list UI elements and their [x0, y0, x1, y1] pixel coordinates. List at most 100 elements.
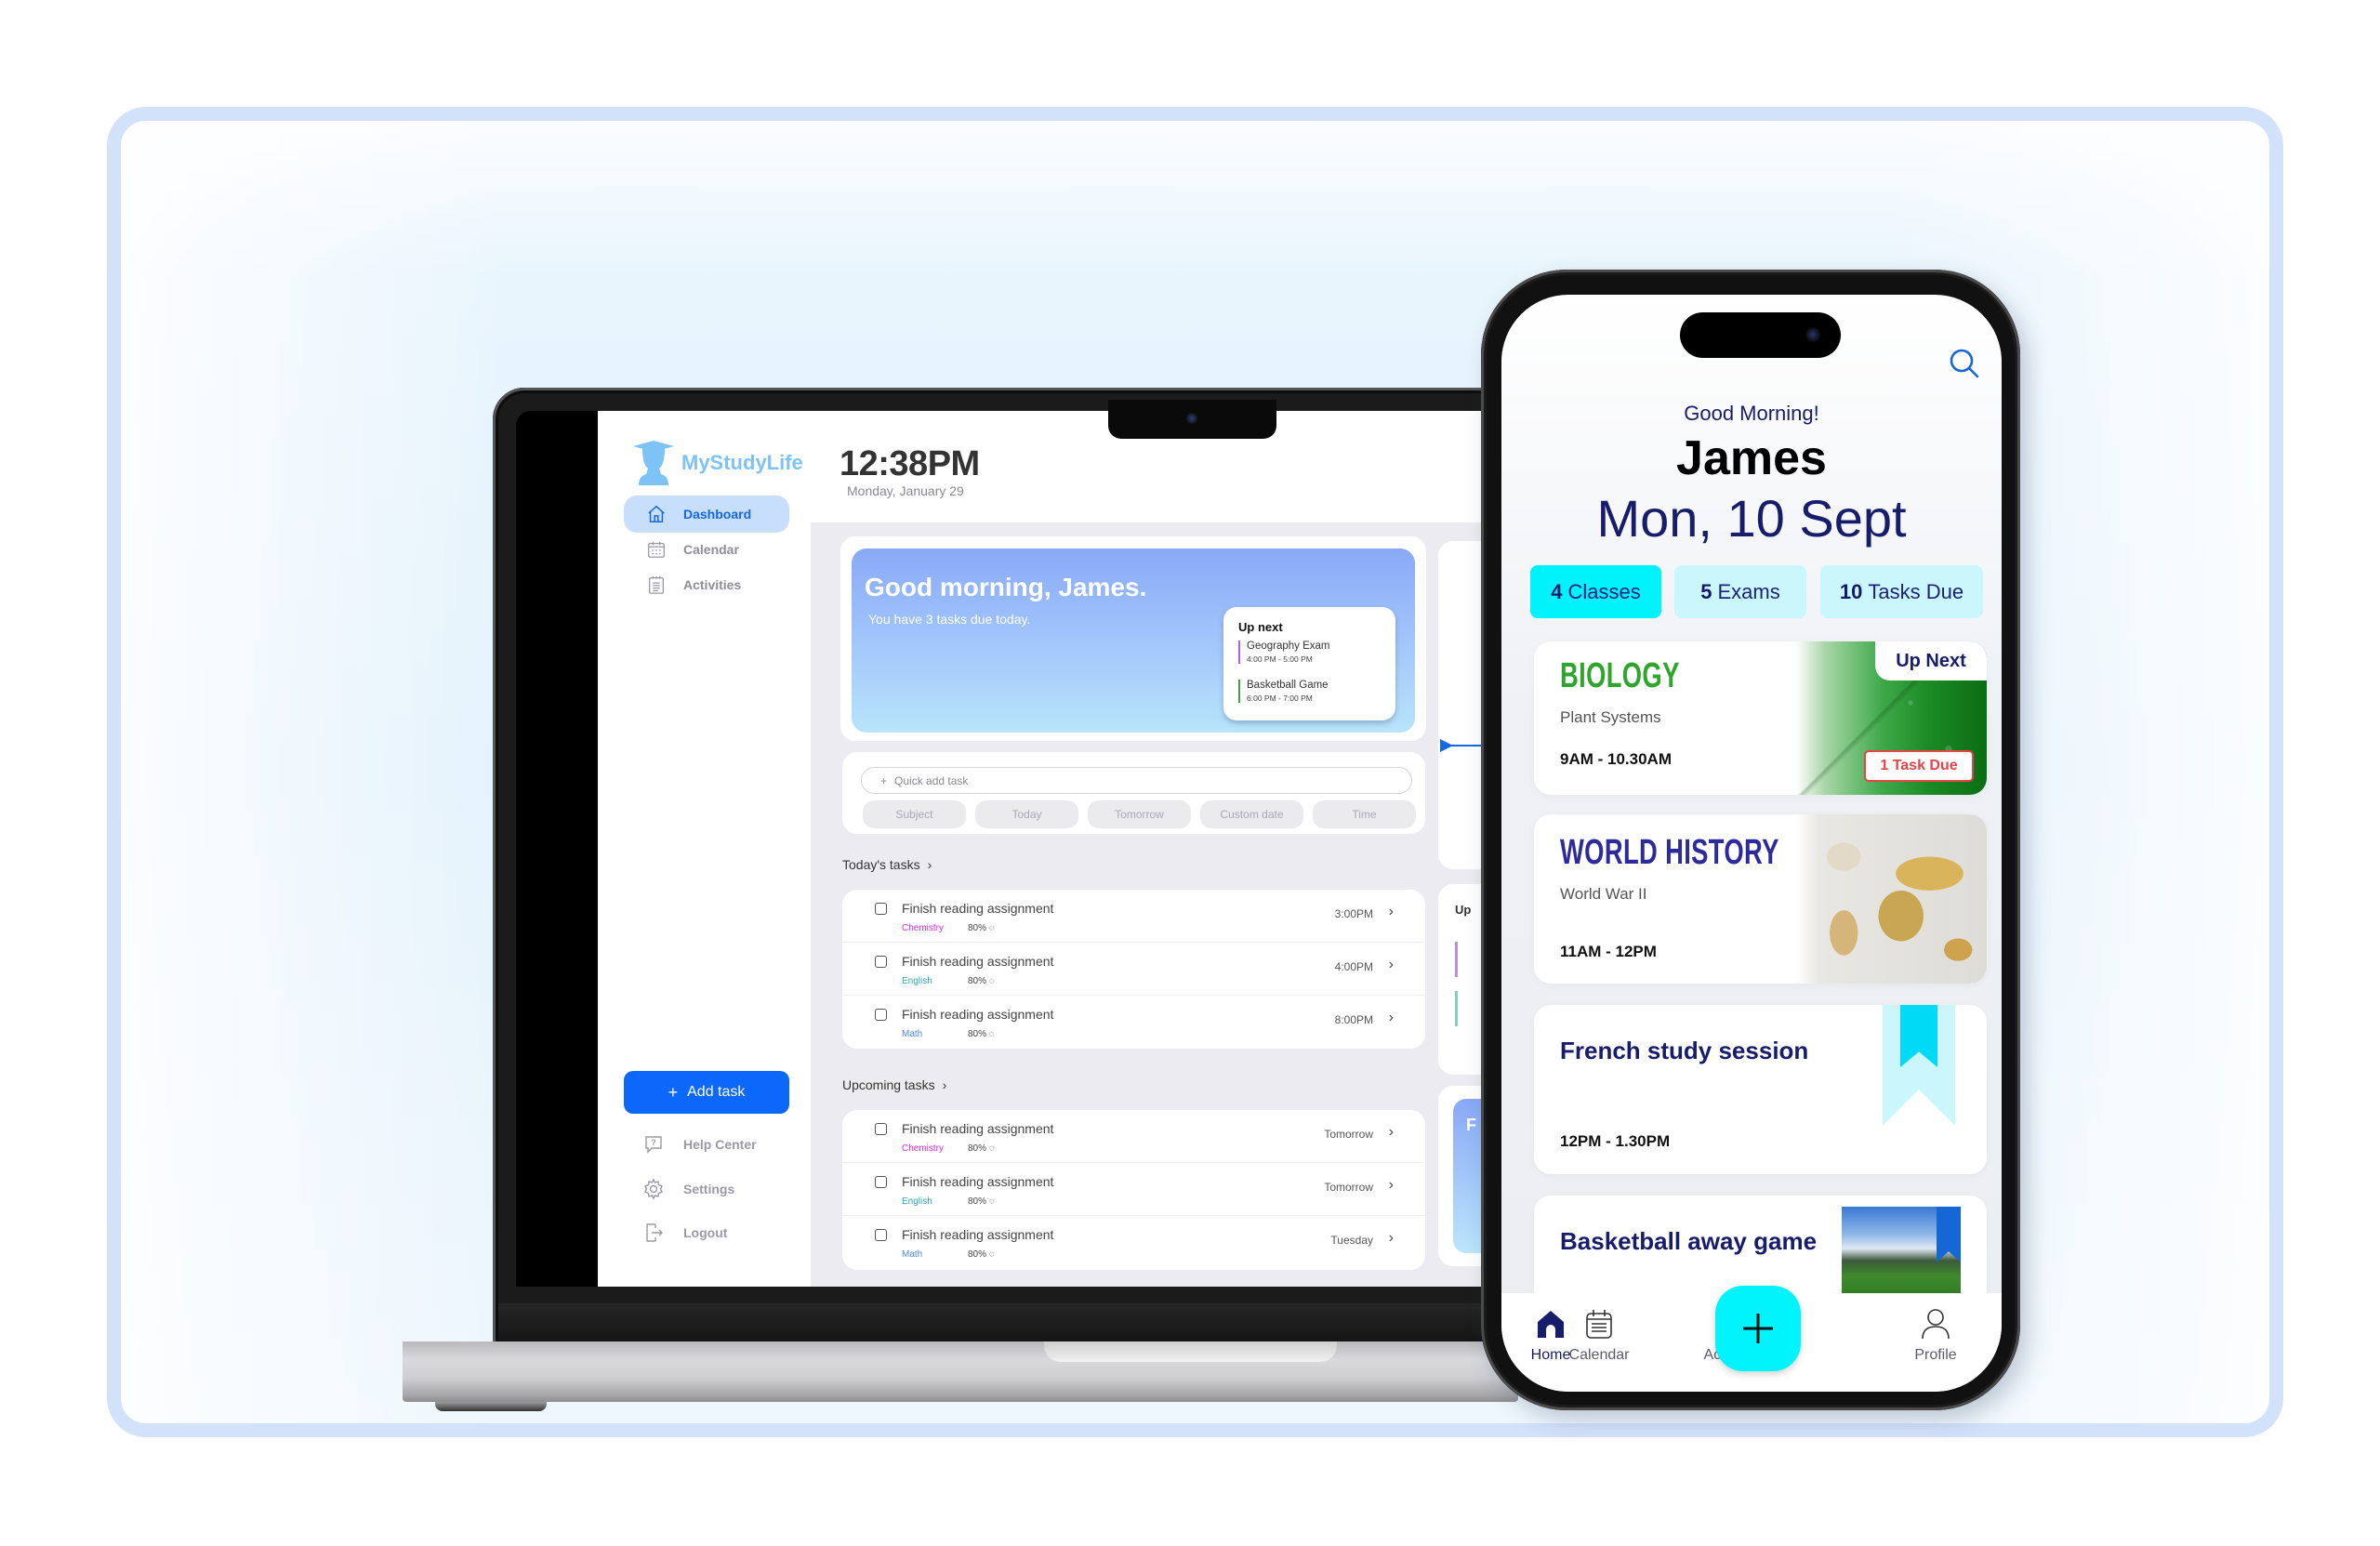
task-progress: 80% ◌	[968, 976, 995, 986]
logout-icon	[646, 1223, 663, 1242]
stat-tasks-due[interactable]: 10 Tasks Due	[1820, 565, 1983, 618]
search-icon[interactable]	[1948, 347, 1981, 380]
task-due: Tomorrow	[1324, 1128, 1373, 1141]
up-next-title: Up next	[1238, 620, 1283, 634]
section-title: Today's tasks	[842, 857, 920, 872]
sidebar-item-help-center[interactable]: ? Help Center	[642, 1133, 757, 1156]
task-checkbox[interactable]	[875, 1009, 887, 1021]
todays-tasks-link[interactable]: Today's tasks ›	[842, 857, 932, 872]
tab-calendar[interactable]: Calendar	[1562, 1306, 1636, 1364]
up-next-card[interactable]: Up next Geography Exam 4:00 PM - 5:00 PM…	[1223, 607, 1395, 720]
logo[interactable]: MyStudyLife	[633, 437, 803, 489]
add-button[interactable]	[1715, 1286, 1801, 1371]
sidebar-item-activities[interactable]: Activities	[624, 566, 789, 603]
gear-icon	[644, 1178, 663, 1200]
task-checkbox[interactable]	[875, 956, 887, 968]
up-next-event[interactable]: Geography Exam 4:00 PM - 5:00 PM	[1238, 641, 1330, 664]
task-row[interactable]: Finish reading assignment Chemistry 80% ◌ T…	[842, 1110, 1425, 1163]
current-date: Monday, January 29	[847, 483, 964, 498]
task-row[interactable]: Finish reading assignment Chemistry 80% ◌ 3…	[842, 890, 1425, 943]
task-subject: Chemistry	[902, 1143, 945, 1154]
task-progress: 80% ◌	[968, 1029, 995, 1039]
sidebar-item-dashboard[interactable]: Dashboard	[624, 496, 789, 533]
progress-spinner-icon: ◌	[988, 1029, 995, 1039]
chevron-right-icon[interactable]: ›	[1389, 904, 1394, 920]
chevron-right-icon[interactable]: ›	[1389, 1230, 1394, 1247]
chip-custom-date[interactable]: Custom date	[1200, 800, 1303, 828]
chevron-right-icon[interactable]: ›	[1389, 1177, 1394, 1194]
dynamic-island	[1680, 312, 1841, 358]
chevron-right-icon[interactable]: ›	[1389, 1124, 1394, 1141]
task-subject: Chemistry	[902, 923, 945, 933]
tab-profile[interactable]: Profile	[1898, 1306, 1973, 1364]
sidebar-item-label: Calendar	[683, 542, 739, 557]
phone-date: Mon, 10 Sept	[1596, 489, 1907, 548]
phone: Good Morning! James Mon, 10 Sept 4 Classe…	[1481, 270, 2020, 1410]
task-progress: 80% ◌	[968, 1196, 995, 1207]
task-checkbox[interactable]	[875, 1229, 887, 1241]
stat-count: 5	[1700, 579, 1712, 603]
event-color-bar	[1455, 942, 1458, 977]
quick-add-chips: Subject Today Tomorrow Custom date Time	[863, 800, 1416, 828]
banner-title: F	[1466, 1116, 1476, 1134]
activity-card-french[interactable]: French study session 12PM - 1.30PM	[1534, 1005, 1987, 1174]
task-progress: 80% ◌	[968, 1249, 995, 1260]
chip-tomorrow[interactable]: Tomorrow	[1088, 800, 1191, 828]
task-due-badge[interactable]: 1 Task Due	[1864, 750, 1974, 782]
sidebar-item-label: Dashboard	[683, 507, 752, 522]
up-next-event[interactable]: Basketball Game 6:00 PM - 7:00 PM	[1238, 680, 1329, 703]
sidebar-item-label: Settings	[683, 1182, 735, 1196]
task-name: Finish reading assignment	[902, 954, 1054, 969]
task-row[interactable]: Finish reading assignment Math 80% ◌ 8:00PM…	[842, 996, 1425, 1049]
progress-spinner-icon: ◌	[988, 923, 995, 933]
progress-spinner-icon: ◌	[988, 1143, 995, 1154]
task-checkbox[interactable]	[875, 1123, 887, 1135]
chip-subject[interactable]: Subject	[863, 800, 966, 828]
progress-spinner-icon: ◌	[988, 1249, 995, 1260]
greeting-panel: Good morning, James. You have 3 tasks du…	[840, 536, 1426, 741]
webcam-icon	[1186, 413, 1197, 424]
event-name: Geography Exam	[1247, 641, 1330, 652]
task-row[interactable]: Finish reading assignment English 80% ◌ 4:0…	[842, 943, 1425, 996]
sidebar-item-label: Logout	[683, 1225, 728, 1240]
tab-label: Profile	[1914, 1347, 1957, 1363]
world-map-image	[1796, 814, 1987, 984]
chip-today[interactable]: Today	[975, 800, 1078, 828]
chip-time[interactable]: Time	[1313, 800, 1416, 828]
progress-value: 80%	[968, 1196, 987, 1207]
progress-value: 80%	[968, 1143, 987, 1154]
help-chat-icon: ?	[645, 1136, 662, 1154]
task-subject: English	[902, 976, 932, 986]
task-row[interactable]: Finish reading assignment English 80% ◌ Tom…	[842, 1163, 1425, 1216]
quick-add-input[interactable]: + Quick add task	[861, 767, 1412, 794]
task-checkbox[interactable]	[875, 903, 887, 915]
laptop-chin	[498, 1303, 1530, 1341]
calendar-icon	[648, 541, 665, 558]
task-progress: 80% ◌	[968, 923, 995, 933]
activity-title: Basketball away game	[1560, 1227, 1818, 1255]
brand-name: MyStudyLife	[681, 451, 803, 474]
task-row[interactable]: Finish reading assignment Math 80% ◌ Tuesda…	[842, 1216, 1425, 1269]
chevron-right-icon: ›	[942, 1077, 947, 1092]
stat-exams[interactable]: 5 Exams	[1674, 565, 1806, 618]
sidebar-item-settings[interactable]: Settings	[642, 1178, 734, 1200]
task-checkbox[interactable]	[875, 1176, 887, 1188]
class-card-world-history[interactable]: WORLD HISTORY World War II 11AM - 12PM	[1534, 814, 1987, 984]
plus-icon: +	[880, 773, 888, 787]
laptop-base	[403, 1341, 1518, 1402]
laptop-groove	[1044, 1341, 1337, 1362]
chevron-right-icon[interactable]: ›	[1389, 957, 1394, 973]
phone-screen: Good Morning! James Mon, 10 Sept 4 Classe…	[1501, 295, 2002, 1392]
upcoming-tasks-link[interactable]: Upcoming tasks ›	[842, 1077, 946, 1092]
sidebar-item-logout[interactable]: Logout	[642, 1222, 727, 1244]
add-task-button[interactable]: + Add task	[624, 1071, 789, 1114]
class-card-biology[interactable]: BIOLOGY Plant Systems 9AM - 10.30AM Up N…	[1534, 641, 1987, 795]
chevron-right-icon[interactable]: ›	[1389, 1010, 1394, 1026]
laptop-screen: MyStudyLife Dashboard Calendar Activitie…	[516, 411, 1529, 1287]
phone-greeting: Good Morning!	[1684, 402, 1819, 425]
sidebar-item-calendar[interactable]: Calendar	[624, 531, 789, 568]
task-subject: Math	[902, 1029, 923, 1039]
stat-classes[interactable]: 4 Classes	[1530, 565, 1661, 618]
graduate-logo-icon	[633, 441, 674, 485]
chevron-right-icon: ›	[927, 857, 932, 872]
